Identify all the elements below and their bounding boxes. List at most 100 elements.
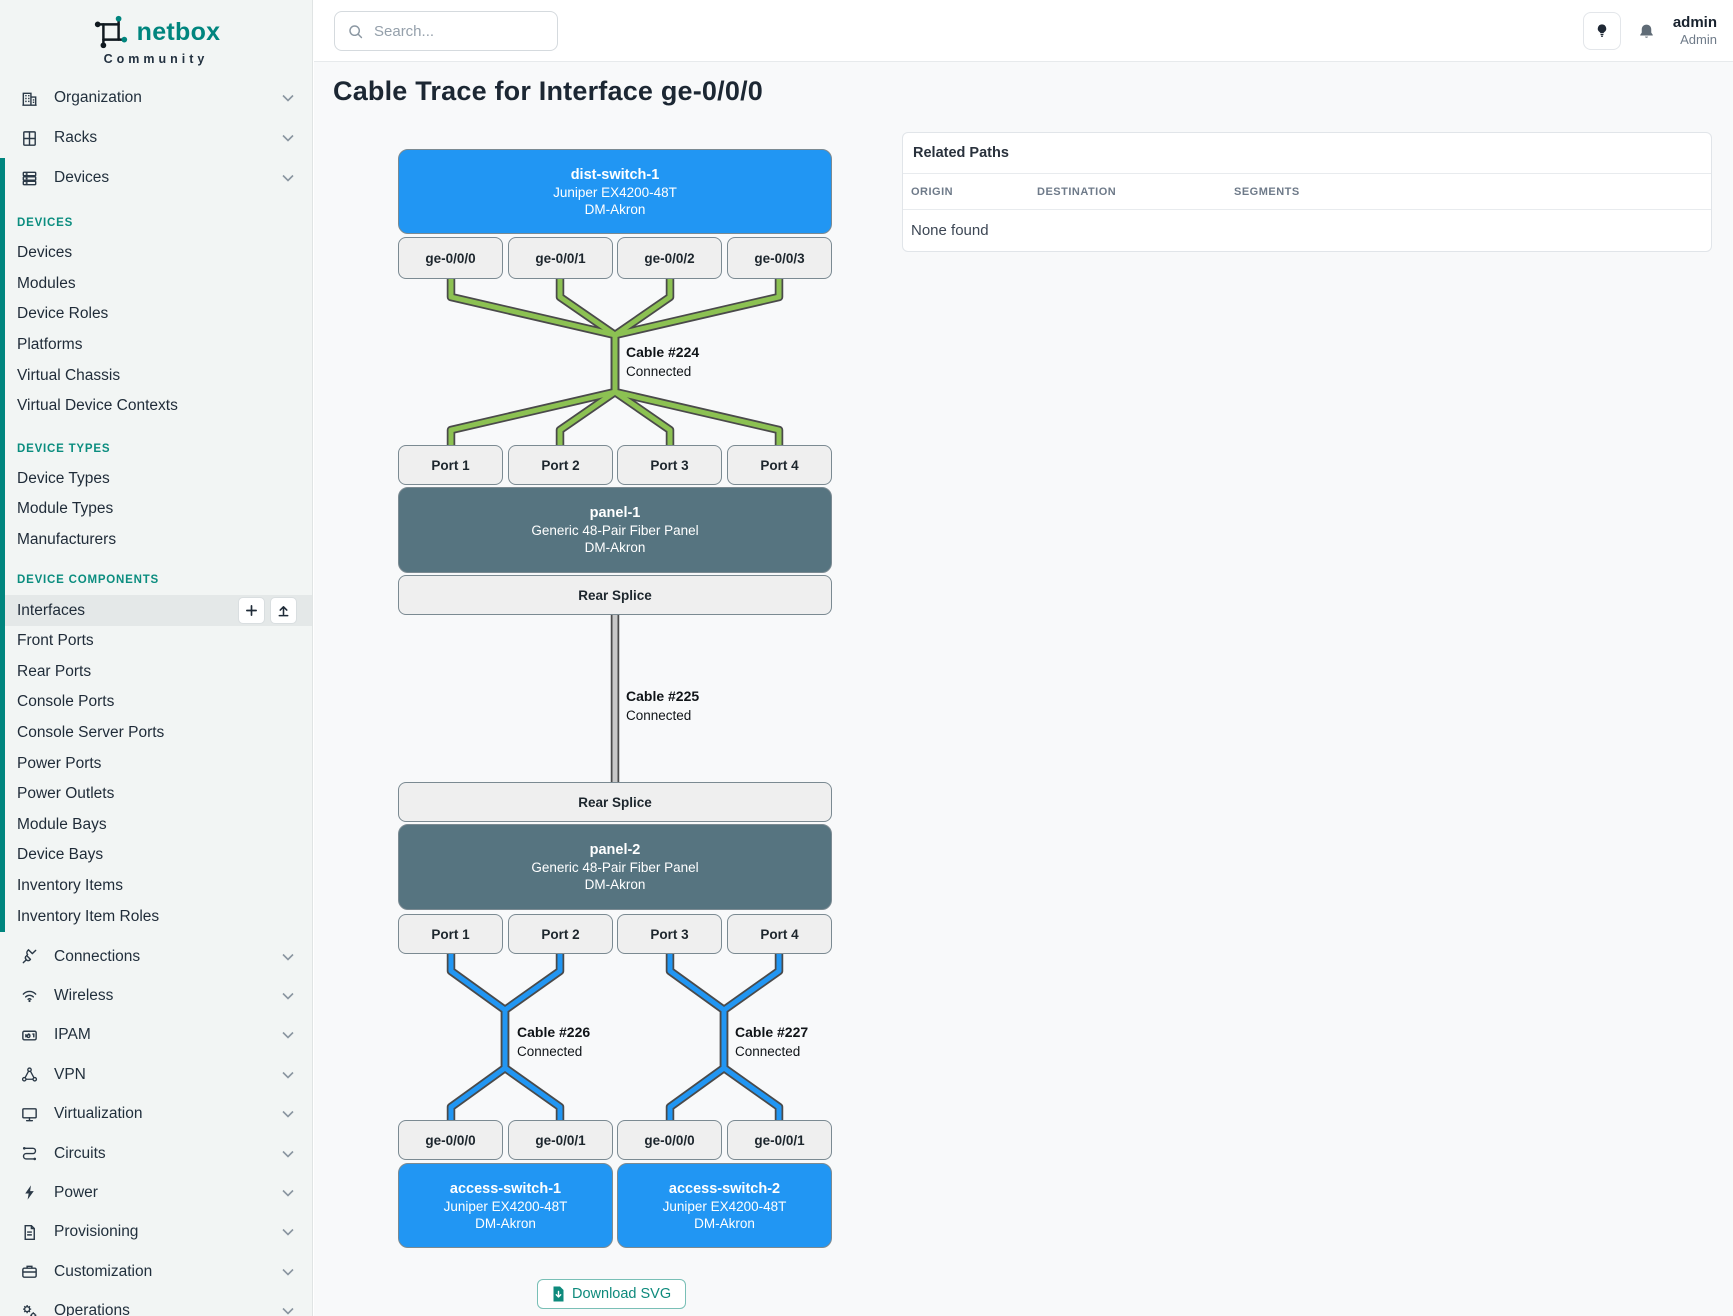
- global-search[interactable]: [334, 11, 558, 51]
- sidebar-item-device-bays[interactable]: Device Bays: [5, 840, 312, 871]
- chevron-down-icon: [282, 992, 294, 1000]
- sidebar-item-vpn[interactable]: VPN: [0, 1055, 312, 1094]
- sidebar-item-platforms[interactable]: Platforms: [5, 330, 312, 361]
- wireless-icon: [20, 986, 39, 1005]
- sidebar-item-power-outlets[interactable]: Power Outlets: [5, 779, 312, 810]
- sidebar-item-virtual-chassis[interactable]: Virtual Chassis: [5, 360, 312, 391]
- cable-label-225: Cable #225 Connected: [626, 686, 699, 726]
- sidebar-item-devices-group[interactable]: Devices: [5, 158, 312, 198]
- chevron-down-icon: [282, 1071, 294, 1079]
- organization-icon: [20, 89, 39, 108]
- interface-node[interactable]: ge-0/0/1: [508, 1120, 613, 1160]
- notifications-button[interactable]: [1635, 19, 1659, 43]
- bell-icon: [1637, 22, 1656, 41]
- operations-icon: [20, 1302, 39, 1316]
- device-site: DM-Akron: [399, 202, 831, 217]
- device-site: DM-Akron: [399, 540, 831, 555]
- user-menu[interactable]: admin Admin: [1673, 14, 1717, 49]
- cable-status: Connected: [517, 1042, 590, 1062]
- rear-port-node[interactable]: Rear Splice: [398, 782, 832, 822]
- interface-node[interactable]: ge-0/0/0: [398, 1120, 503, 1160]
- sidebar-item-inventory-item-roles[interactable]: Inventory Item Roles: [5, 901, 312, 932]
- device-name: dist-switch-1: [399, 167, 831, 183]
- front-port-node[interactable]: Port 2: [508, 445, 613, 485]
- interface-node[interactable]: ge-0/0/1: [508, 237, 613, 279]
- sidebar-item-module-bays[interactable]: Module Bays: [5, 810, 312, 841]
- front-port-node[interactable]: Port 2: [508, 914, 613, 954]
- racks-icon: [20, 129, 39, 148]
- chevron-down-icon: [282, 1228, 294, 1236]
- sidebar-item-racks[interactable]: Racks: [0, 118, 312, 158]
- cable-status: Connected: [735, 1042, 808, 1062]
- sidebar-item-interfaces[interactable]: Interfaces: [5, 595, 312, 626]
- sidebar-item-provisioning[interactable]: Provisioning: [0, 1213, 312, 1252]
- brand-name: netbox: [137, 18, 221, 47]
- front-port-node[interactable]: Port 1: [398, 445, 503, 485]
- sidebar-item-console-ports[interactable]: Console Ports: [5, 687, 312, 718]
- sidebar-item-virtualization[interactable]: Virtualization: [0, 1094, 312, 1133]
- user-name: admin: [1673, 14, 1717, 33]
- sidebar-item-modules[interactable]: Modules: [5, 269, 312, 300]
- sidebar-item-power[interactable]: Power: [0, 1173, 312, 1212]
- interface-node[interactable]: ge-0/0/1: [727, 1120, 832, 1160]
- sidebar: netbox Community Organization Racks: [0, 0, 313, 1316]
- device-node-dist-switch-1[interactable]: dist-switch-1 Juniper EX4200-48T DM-Akro…: [398, 149, 832, 234]
- sidebar-bottom-nav: Connections Wireless IPAM: [0, 937, 312, 1316]
- sidebar-item-connections[interactable]: Connections: [0, 937, 312, 976]
- sidebar-item-wireless[interactable]: Wireless: [0, 976, 312, 1015]
- sidebar-item-inventory-items[interactable]: Inventory Items: [5, 871, 312, 902]
- device-model: Juniper EX4200-48T: [399, 185, 831, 200]
- sidebar-item-label: IPAM: [54, 1026, 282, 1044]
- front-port-node[interactable]: Port 4: [727, 914, 832, 954]
- sidebar-item-label: Power: [54, 1184, 282, 1202]
- sidebar-item-device-roles[interactable]: Device Roles: [5, 299, 312, 330]
- add-interface-button[interactable]: [238, 597, 265, 624]
- device-model: Generic 48-Pair Fiber Panel: [399, 523, 831, 538]
- device-node-access-switch-1[interactable]: access-switch-1 Juniper EX4200-48T DM-Ak…: [398, 1163, 613, 1248]
- chevron-down-icon: [282, 1110, 294, 1118]
- chevron-down-icon: [282, 174, 294, 182]
- rear-port-node[interactable]: Rear Splice: [398, 575, 832, 615]
- sidebar-item-organization[interactable]: Organization: [0, 78, 312, 118]
- sidebar-item-customization[interactable]: Customization: [0, 1252, 312, 1291]
- sidebar-item-module-types[interactable]: Module Types: [5, 494, 312, 525]
- virtualization-icon: [20, 1105, 39, 1124]
- device-node-panel-1[interactable]: panel-1 Generic 48-Pair Fiber Panel DM-A…: [398, 487, 832, 573]
- cable-id: Cable #226: [517, 1022, 590, 1042]
- sidebar-item-ipam[interactable]: IPAM: [0, 1016, 312, 1055]
- interface-node[interactable]: ge-0/0/0: [617, 1120, 722, 1160]
- front-port-node[interactable]: Port 4: [727, 445, 832, 485]
- sidebar-item-console-server-ports[interactable]: Console Server Ports: [5, 718, 312, 749]
- connections-icon: [20, 947, 39, 966]
- sidebar-item-operations[interactable]: Operations: [0, 1291, 312, 1316]
- sidebar-item-label: Circuits: [54, 1145, 282, 1163]
- sidebar-item-rear-ports[interactable]: Rear Ports: [5, 657, 312, 688]
- device-node-panel-2[interactable]: panel-2 Generic 48-Pair Fiber Panel DM-A…: [398, 824, 832, 910]
- theme-toggle-button[interactable]: [1583, 12, 1621, 50]
- front-port-node[interactable]: Port 3: [617, 914, 722, 954]
- device-node-access-switch-2[interactable]: access-switch-2 Juniper EX4200-48T DM-Ak…: [617, 1163, 832, 1248]
- front-port-node[interactable]: Port 3: [617, 445, 722, 485]
- sidebar-item-front-ports[interactable]: Front Ports: [5, 626, 312, 657]
- download-svg-button[interactable]: Download SVG: [537, 1279, 686, 1309]
- sidebar-item-device-types[interactable]: Device Types: [5, 464, 312, 495]
- search-input[interactable]: [374, 23, 524, 40]
- interface-node[interactable]: ge-0/0/0: [398, 237, 503, 279]
- front-port-node[interactable]: Port 1: [398, 914, 503, 954]
- cable-id: Cable #225: [626, 686, 699, 706]
- sidebar-item-devices[interactable]: Devices: [5, 238, 312, 269]
- sidebar-item-circuits[interactable]: Circuits: [0, 1134, 312, 1173]
- topbar-controls: admin Admin: [1583, 0, 1717, 62]
- cable-227: [670, 954, 724, 1120]
- interface-node[interactable]: ge-0/0/2: [617, 237, 722, 279]
- interface-node[interactable]: ge-0/0/3: [727, 237, 832, 279]
- import-interfaces-button[interactable]: [270, 597, 297, 624]
- sidebar-item-power-ports[interactable]: Power Ports: [5, 748, 312, 779]
- sidebar-item-manufacturers[interactable]: Manufacturers: [5, 525, 312, 556]
- brand-logo[interactable]: netbox Community: [0, 0, 312, 78]
- page-title: Cable Trace for Interface ge-0/0/0: [333, 76, 763, 107]
- device-name: panel-1: [399, 505, 831, 521]
- device-name: panel-2: [399, 842, 831, 858]
- sidebar-item-virtual-device-contexts[interactable]: Virtual Device Contexts: [5, 391, 312, 422]
- sidebar-item-label: Operations: [54, 1302, 282, 1316]
